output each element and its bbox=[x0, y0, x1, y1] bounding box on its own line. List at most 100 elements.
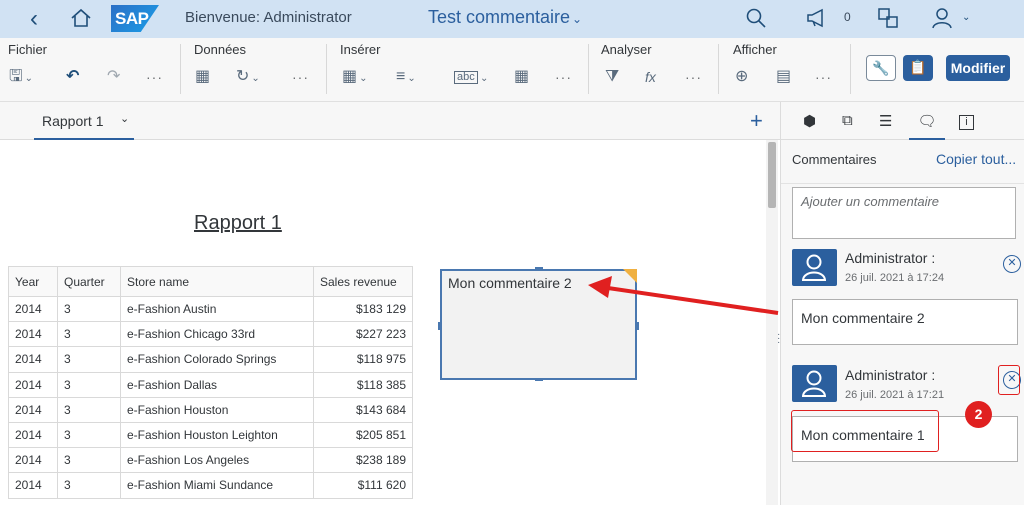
comment-text[interactable]: Mon commentaire 2 bbox=[792, 299, 1018, 345]
filter-icon[interactable]: ⧩ bbox=[605, 68, 619, 86]
group-fichier: Fichier bbox=[8, 42, 48, 57]
resize-handle[interactable] bbox=[535, 267, 543, 270]
table-cell[interactable]: e-Fashion Houston Leighton bbox=[120, 421, 314, 449]
scroll-thumb[interactable] bbox=[768, 142, 776, 208]
table-cell[interactable]: 2014 bbox=[8, 421, 58, 449]
tab-info-icon[interactable]: i bbox=[959, 115, 974, 130]
table-row[interactable]: 2014 3 e-Fashion Miami Sundance $111 620 bbox=[8, 472, 413, 499]
table-cell[interactable]: 3 bbox=[57, 346, 121, 373]
panel-resize-handle[interactable]: · · · bbox=[777, 330, 781, 348]
table-cell[interactable]: e-Fashion Miami Sundance bbox=[120, 472, 314, 499]
table-cell[interactable]: $143 684 bbox=[313, 396, 413, 423]
back-icon[interactable]: ‹ bbox=[30, 7, 38, 31]
table-row[interactable]: 2014 3 e-Fashion Chicago 33rd $227 223 bbox=[8, 321, 413, 348]
megaphone-icon[interactable] bbox=[806, 8, 828, 33]
user-icon[interactable] bbox=[932, 7, 952, 34]
column-header[interactable]: Store name bbox=[120, 266, 314, 297]
table-cell[interactable]: 3 bbox=[57, 295, 121, 323]
table-cell[interactable]: 3 bbox=[57, 447, 121, 474]
table-row[interactable]: 2014 3 e-Fashion Los Angeles $238 189 bbox=[8, 447, 413, 474]
table-cell[interactable]: 2014 bbox=[8, 346, 58, 373]
report-comment-cell[interactable]: Mon commentaire 2 bbox=[440, 269, 637, 380]
table-cell[interactable]: e-Fashion Houston bbox=[120, 396, 314, 423]
layout-icon[interactable]: ▤ bbox=[776, 68, 791, 86]
table-cell[interactable]: $238 189 bbox=[313, 447, 413, 474]
copy-all-link[interactable]: Copier tout... bbox=[936, 151, 1016, 167]
report-table[interactable]: Year Quarter Store name Sales revenue 20… bbox=[8, 266, 413, 499]
table-cell[interactable]: 2014 bbox=[8, 295, 58, 323]
report-title[interactable]: Rapport 1 bbox=[194, 212, 282, 235]
modify-button[interactable]: Modifier bbox=[946, 55, 1010, 81]
text-cell-icon[interactable]: abc bbox=[454, 71, 478, 84]
undo-icon[interactable]: ↶ bbox=[66, 68, 79, 86]
table-row[interactable]: 2014 3 e-Fashion Houston $143 684 bbox=[8, 396, 413, 423]
table-cell[interactable]: 2014 bbox=[8, 396, 58, 423]
resize-handle[interactable] bbox=[535, 378, 543, 381]
add-comment-input[interactable]: Ajouter un commentaire bbox=[792, 187, 1016, 239]
table-cell[interactable]: $183 129 bbox=[313, 295, 413, 323]
table-cell[interactable]: 2014 bbox=[8, 472, 58, 499]
table-cell[interactable]: $111 620 bbox=[313, 472, 413, 499]
table-cell[interactable]: 2014 bbox=[8, 371, 58, 398]
save-icon[interactable]: 🖫 ⌄ bbox=[9, 68, 33, 88]
table-cell[interactable]: 3 bbox=[57, 472, 121, 499]
feedback-icon[interactable] bbox=[877, 7, 899, 34]
table-cell[interactable]: 2014 bbox=[8, 447, 58, 474]
table-cell[interactable]: $118 385 bbox=[313, 371, 413, 398]
tab-rapport-1[interactable]: Rapport 1 ⌄ bbox=[34, 102, 134, 140]
more-icon[interactable]: ··· bbox=[292, 68, 309, 86]
refresh-icon[interactable]: ↻ ⌄ bbox=[236, 68, 260, 88]
chart-icon[interactable]: ≡ ⌄ bbox=[396, 68, 416, 88]
wrench-button[interactable]: 🔧 bbox=[866, 55, 896, 81]
column-header[interactable]: Quarter bbox=[57, 266, 121, 297]
more-icon[interactable]: ··· bbox=[685, 68, 702, 86]
table-cell[interactable]: 3 bbox=[57, 321, 121, 348]
table-cell[interactable]: $227 223 bbox=[313, 321, 413, 348]
chevron-down-icon[interactable]: ⌄ bbox=[572, 12, 582, 26]
table-cell[interactable]: $205 851 bbox=[313, 421, 413, 449]
document-title[interactable]: Test commentaire bbox=[428, 7, 570, 28]
redo-icon[interactable]: ↷ bbox=[107, 68, 120, 86]
vertical-scrollbar[interactable] bbox=[766, 140, 778, 505]
column-header[interactable]: Sales revenue bbox=[313, 266, 413, 297]
more-icon[interactable]: ··· bbox=[555, 68, 572, 86]
table-row[interactable]: 2014 3 e-Fashion Colorado Springs $118 975 bbox=[8, 346, 413, 373]
table-row[interactable]: 2014 3 e-Fashion Austin $183 129 bbox=[8, 295, 413, 323]
table-cell[interactable]: e-Fashion Colorado Springs bbox=[120, 346, 314, 373]
resize-handle[interactable] bbox=[438, 322, 441, 330]
tab-objects-icon[interactable]: ⬢ bbox=[803, 112, 816, 130]
column-header[interactable]: Year bbox=[8, 266, 58, 297]
table-row[interactable]: 2014 3 e-Fashion Houston Leighton $205 851 bbox=[8, 421, 413, 449]
more-icon[interactable]: ··· bbox=[815, 68, 832, 86]
tab-list-icon[interactable]: ☰ bbox=[879, 112, 892, 130]
formula-icon[interactable]: fx bbox=[645, 68, 656, 86]
text-cell-chevron-icon[interactable]: ⌄ bbox=[478, 68, 488, 88]
table-cell[interactable]: e-Fashion Dallas bbox=[120, 371, 314, 398]
table-cell[interactable]: 3 bbox=[57, 371, 121, 398]
grid-icon[interactable]: ▦ bbox=[514, 68, 529, 86]
user-chevron-icon[interactable]: ⌄ bbox=[962, 12, 970, 23]
more-icon[interactable]: ··· bbox=[146, 68, 163, 86]
table-cell[interactable]: 3 bbox=[57, 421, 121, 449]
table-cell[interactable]: e-Fashion Austin bbox=[120, 295, 314, 323]
group-afficher: Afficher bbox=[733, 42, 777, 57]
tab-structure-icon[interactable]: ⧉ bbox=[842, 112, 853, 129]
clipboard-button[interactable]: 📋 bbox=[903, 55, 933, 81]
zoom-icon[interactable]: ⊕ bbox=[735, 68, 748, 86]
table-cell[interactable]: e-Fashion Los Angeles bbox=[120, 447, 314, 474]
table-icon[interactable]: ▦ ⌄ bbox=[342, 68, 368, 88]
delete-comment-icon[interactable]: ✕ bbox=[1003, 255, 1021, 273]
table-cell[interactable]: 3 bbox=[57, 396, 121, 423]
table-row[interactable]: 2014 3 e-Fashion Dallas $118 385 bbox=[8, 371, 413, 398]
comments-header: Commentaires Copier tout... bbox=[781, 140, 1024, 184]
data-settings-icon[interactable]: ▦ bbox=[195, 68, 210, 86]
table-cell[interactable]: e-Fashion Chicago 33rd bbox=[120, 321, 314, 348]
chevron-down-icon[interactable]: ⌄ bbox=[120, 112, 129, 125]
search-icon[interactable] bbox=[745, 7, 767, 34]
home-icon[interactable] bbox=[70, 7, 92, 34]
resize-handle[interactable] bbox=[636, 322, 639, 330]
table-cell[interactable]: 2014 bbox=[8, 321, 58, 348]
add-tab-icon[interactable]: + bbox=[750, 108, 763, 134]
tab-comments-icon[interactable]: 🗨 bbox=[909, 112, 945, 140]
table-cell[interactable]: $118 975 bbox=[313, 346, 413, 373]
